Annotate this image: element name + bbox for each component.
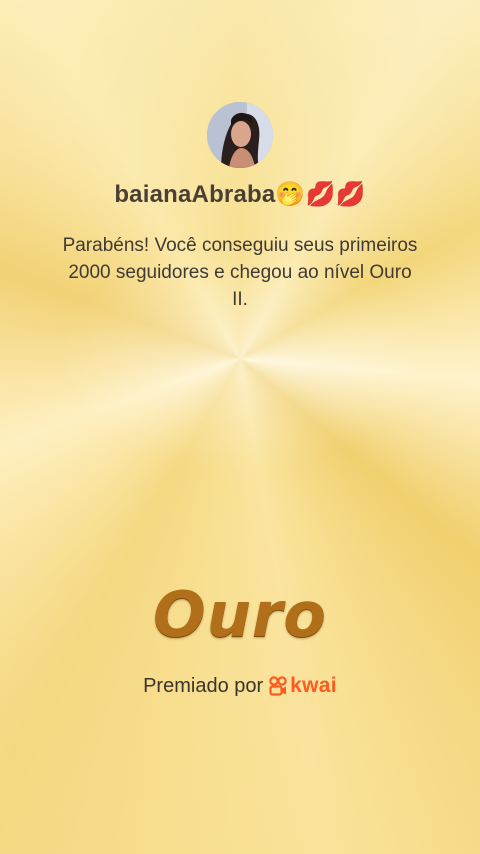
username: baianaAbraba🤭💋💋 xyxy=(114,181,366,208)
awarded-by-label: Premiado por xyxy=(143,674,264,697)
kwai-logo-icon xyxy=(269,676,287,696)
avatar[interactable] xyxy=(207,102,273,168)
congratulation-message: Parabéns! Você conseguiu seus primeiros … xyxy=(62,235,418,310)
kwai-logo: kwai xyxy=(269,674,337,698)
tier-title: Ouro xyxy=(152,578,327,651)
user-photo-icon xyxy=(207,102,273,168)
kwai-brand-text: kwai xyxy=(290,674,337,697)
awarded-by-row: Premiado por kwai xyxy=(0,674,480,698)
